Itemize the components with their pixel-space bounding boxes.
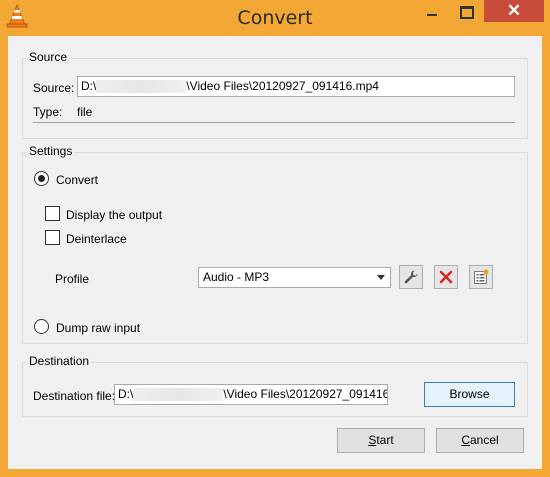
destination-path-suffix: \Video Files\20120927_091416.mp4 (223, 387, 388, 401)
redacted-path-segment (133, 388, 224, 402)
cancel-button[interactable]: Cancel (436, 428, 524, 453)
red-x-delete-icon (439, 270, 453, 284)
cancel-label-rest: ancel (469, 433, 499, 447)
edit-profile-button[interactable] (399, 265, 423, 289)
destination-file-label: Destination file: (33, 389, 116, 403)
profile-select[interactable]: Audio - MP3 (198, 267, 391, 288)
deinterlace-checkbox[interactable] (45, 230, 60, 245)
source-group: Source (22, 50, 528, 139)
start-label-rest: tart (376, 433, 394, 447)
display-output-checkbox[interactable] (45, 206, 60, 221)
dump-raw-label[interactable]: Dump raw input (56, 321, 140, 335)
title-bar[interactable]: Convert ✕ (0, 0, 550, 36)
profile-label: Profile (55, 272, 90, 286)
type-value: file (77, 105, 93, 119)
cancel-mnemonic: C (461, 433, 470, 447)
profile-selected-value: Audio - MP3 (203, 270, 270, 284)
destination-path-field[interactable]: D:\ \Video Files\20120927_091416.mp4 (114, 384, 388, 405)
minimize-button[interactable] (414, 0, 448, 22)
source-divider (33, 122, 515, 123)
source-group-label: Source (27, 50, 70, 64)
redacted-path-segment (96, 80, 187, 94)
source-path-field[interactable]: D:\ \Video Files\20120927_091416.mp4 (77, 76, 515, 97)
type-label: Type: (33, 105, 63, 119)
source-path-prefix: D:\ (81, 79, 97, 93)
dump-raw-radio[interactable] (34, 319, 49, 334)
destination-path-prefix: D:\ (118, 387, 134, 401)
convert-label[interactable]: Convert (56, 173, 98, 187)
close-icon: ✕ (506, 1, 522, 20)
close-button[interactable]: ✕ (484, 0, 544, 22)
convert-radio[interactable] (34, 171, 49, 186)
new-profile-button[interactable] (469, 265, 493, 289)
maximize-button[interactable] (448, 0, 484, 22)
dropdown-arrow-icon (377, 275, 385, 280)
wrench-icon (404, 270, 418, 284)
display-output-label[interactable]: Display the output (66, 208, 162, 222)
start-button[interactable]: Start (337, 428, 425, 453)
destination-group-label: Destination (27, 354, 92, 368)
source-label: Source: (33, 81, 75, 95)
delete-profile-button[interactable] (434, 265, 458, 289)
deinterlace-label[interactable]: Deinterlace (66, 232, 127, 246)
dialog-client: Source Source: D:\ \Video Files\20120927_… (8, 36, 542, 469)
convert-window: Convert ✕ Source Source: D:\ \Video Files… (0, 0, 550, 477)
new-profile-list-icon (474, 269, 489, 284)
source-path-suffix: \Video Files\20120927_091416.mp4 (186, 79, 379, 93)
browse-button[interactable]: Browse (424, 382, 515, 407)
settings-group-label: Settings (27, 144, 75, 158)
